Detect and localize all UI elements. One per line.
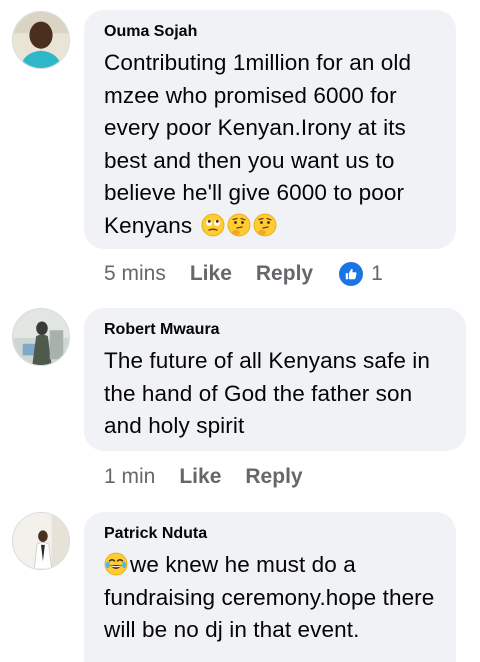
comment-author[interactable]: Patrick Nduta [104,524,438,544]
reply-button[interactable]: Reply [245,464,302,490]
comment-text: Contributing 1million for an old mzee wh… [104,47,438,242]
comment-text: we knew he must do a fundraising ceremon… [104,549,438,647]
reply-button[interactable]: Reply [256,261,313,287]
comment-author[interactable]: Ouma Sojah [104,22,438,42]
comment-bubble: Robert Mwaura The future of all Kenyans … [84,308,466,451]
avatar-photo [13,12,69,68]
comment-bubble: Ouma Sojah Contributing 1million for an … [84,10,456,249]
comment-actions: 1 min Like Reply [104,464,303,490]
thinking-face-emoji [253,213,277,237]
avatar[interactable] [12,512,70,570]
comment-timestamp[interactable]: 5 mins [104,261,166,287]
comment-body: we knew he must do a fundraising ceremon… [104,552,435,642]
reaction-count: 1 [371,262,383,285]
reaction-summary[interactable]: 1 [339,261,383,287]
comment-body: Contributing 1million for an old mzee wh… [104,50,412,238]
avatar-photo [13,309,69,365]
like-button[interactable]: Like [179,464,221,490]
comment-text: The future of all Kenyans safe in the ha… [104,348,430,438]
comment-author[interactable]: Robert Mwaura [104,320,448,340]
comment-actions: 5 mins Like Reply 1 [104,261,383,287]
face-with-tears-of-joy-emoji [104,552,128,576]
thumbs-up-icon [339,262,364,286]
face-with-rolling-eyes-emoji [201,213,225,237]
like-button[interactable]: Like [190,261,232,287]
avatar-photo [13,513,69,569]
avatar[interactable] [12,308,70,366]
thinking-face-emoji [227,213,251,237]
comment-bubble: Patrick Nduta we knew he must do a fundr… [84,512,456,662]
comment-timestamp[interactable]: 1 min [104,464,155,490]
avatar[interactable] [12,11,70,69]
